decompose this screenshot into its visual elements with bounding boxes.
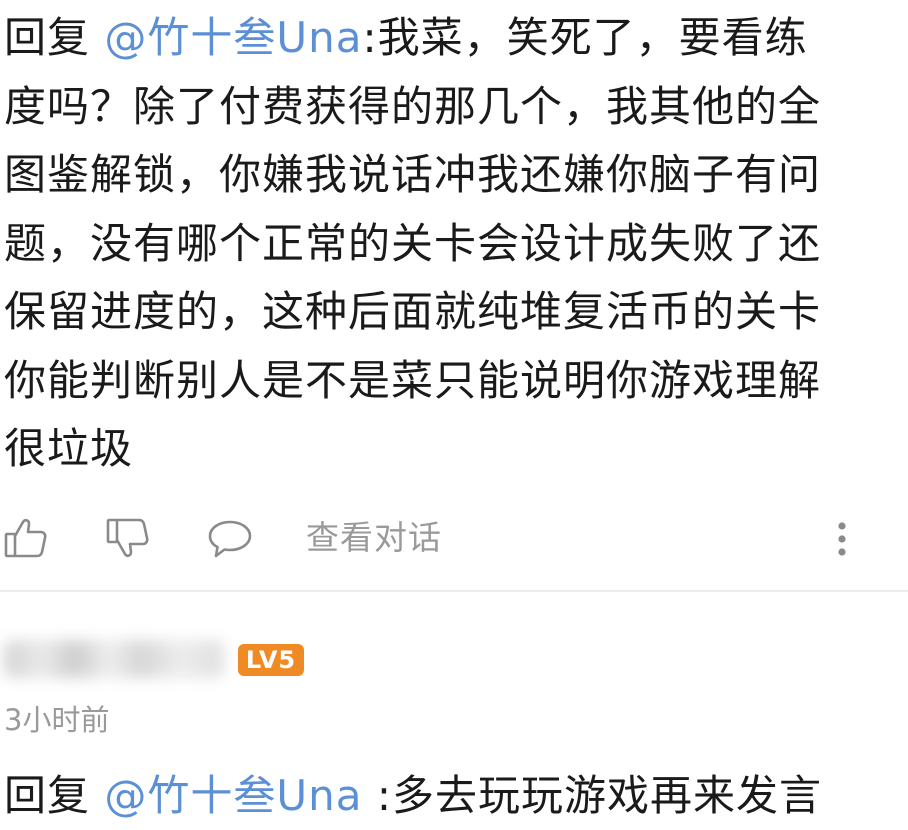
vertical-ellipsis-icon[interactable] xyxy=(826,514,858,562)
comment-timestamp: 3小时前 xyxy=(4,703,110,737)
comment-line-6: 你能判断别人是不是菜只能说明你游戏理解 xyxy=(4,355,822,405)
view-conversation-link[interactable]: 查看对话 xyxy=(306,516,442,560)
comment-line-7: 很垃圾 xyxy=(4,424,134,473)
comment-line-5: 保留进度的，这种后面就纯堆复活币的关卡 xyxy=(4,287,822,336)
comment-body: 回复 @竹十叁Una:我菜，笑死了，要看练 度吗？除了付费获得的那几个，我其他的… xyxy=(4,4,894,484)
comment-line-4: 题，没有哪个正常的关卡会设计成失败了还 xyxy=(4,218,822,268)
reply-prefix: 回复 xyxy=(4,771,105,820)
reply-comment-body: 回复 @竹十叁Una :多去玩玩游戏再来发言 xyxy=(4,762,822,830)
reply-prefix: 回复 xyxy=(4,13,105,62)
comment-line-1: 回复 @竹十叁Una:我菜，笑死了，要看练 xyxy=(4,4,894,73)
mention-link[interactable]: @竹十叁Una xyxy=(104,771,362,820)
comment-line-3: 图鉴解锁，你嫌我说话冲我还嫌你脑子有问 xyxy=(4,150,822,199)
level-badge: LV5 xyxy=(238,644,304,676)
thumbs-down-icon[interactable] xyxy=(104,514,152,562)
mention-link[interactable]: @竹十叁Una xyxy=(104,13,362,62)
blurred-username[interactable] xyxy=(4,640,224,678)
comment-action-bar: 查看对话 xyxy=(0,508,908,568)
comment-text-segment: :我菜，笑死了，要看练 xyxy=(362,13,808,62)
speech-bubble-icon[interactable] xyxy=(206,514,254,562)
comment-divider xyxy=(0,590,908,592)
comment-line-2: 度吗？除了付费获得的那几个，我其他的全 xyxy=(4,81,822,131)
reply-text-segment: :多去玩玩游戏再来发言 xyxy=(362,771,822,820)
thumbs-up-icon[interactable] xyxy=(2,514,50,562)
